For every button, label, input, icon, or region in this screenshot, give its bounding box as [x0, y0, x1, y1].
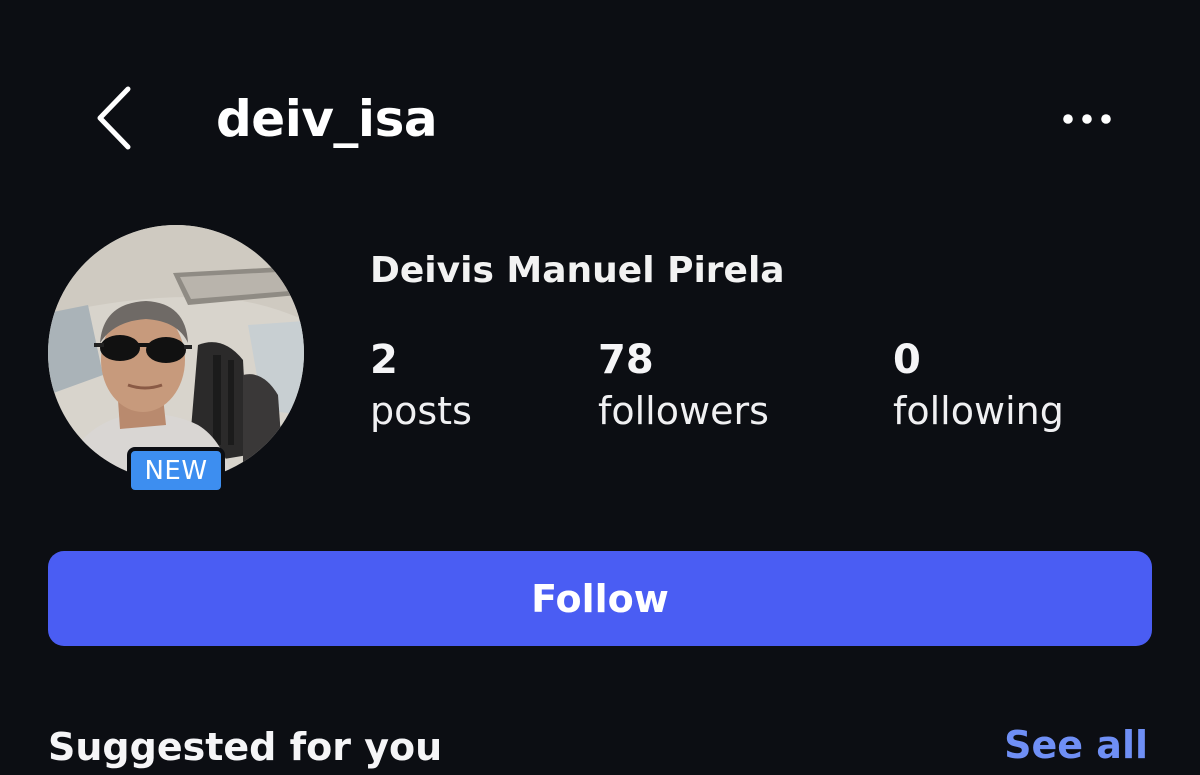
profile-username: deiv_isa [216, 90, 438, 148]
profile-page: deiv_isa NEW Deivis Manuel Pirela 2 post… [0, 0, 1200, 775]
following-count: 0 [893, 337, 921, 383]
posts-count: 2 [370, 337, 398, 383]
profile-full-name: Deivis Manuel Pirela [370, 250, 785, 291]
avatar-photo [48, 225, 304, 481]
suggested-for-you-heading: Suggested for you [48, 725, 443, 769]
back-button[interactable] [82, 80, 146, 156]
followers-label: followers [598, 389, 769, 433]
see-all-link[interactable]: See all [1004, 720, 1148, 770]
followers-count: 78 [598, 337, 654, 383]
following-stat[interactable]: 0 following [893, 334, 1064, 436]
posts-label: posts [370, 389, 472, 433]
followers-stat[interactable]: 78 followers [598, 334, 769, 436]
ellipsis-horizontal-icon [1063, 114, 1111, 124]
avatar-container: NEW [48, 225, 306, 497]
follow-button[interactable]: Follow [48, 551, 1152, 646]
chevron-left-icon [97, 86, 131, 150]
following-label: following [893, 389, 1064, 433]
avatar[interactable] [48, 225, 304, 481]
new-badge: NEW [127, 447, 225, 494]
more-options-button[interactable] [1052, 96, 1122, 142]
posts-stat[interactable]: 2 posts [370, 334, 472, 436]
